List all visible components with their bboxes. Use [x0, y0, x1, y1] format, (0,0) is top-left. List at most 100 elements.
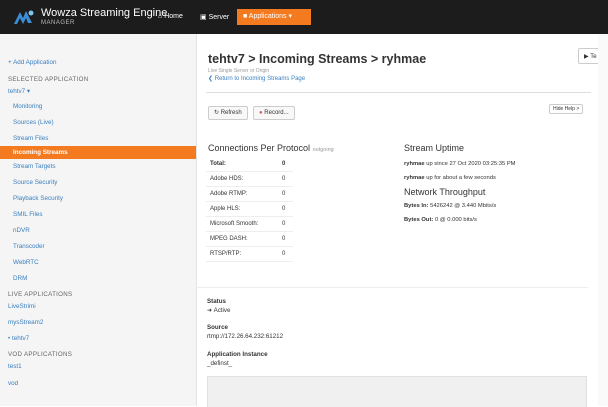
sidebar-item-incoming-streams[interactable]: Incoming Streams — [0, 146, 196, 159]
table-row: RTSP/RTP: 0 — [206, 247, 293, 262]
table-row: Microsoft Smooth: 0 — [206, 217, 293, 232]
protocol-name: Apple HLS: — [210, 206, 241, 212]
sidebar-item-playback-security[interactable]: Playback Security — [13, 195, 63, 202]
table-row: Adobe RTMP: 0 — [206, 187, 293, 202]
source-label: Source — [207, 324, 228, 331]
uptime-title: Stream Uptime — [404, 143, 465, 153]
bytes-in-label: Bytes In: — [404, 203, 429, 209]
divider — [197, 287, 588, 288]
source-value: rtmp://172.26.64.232:61212 — [207, 333, 284, 340]
stream-name: ryhmae — [404, 175, 425, 181]
sidebar-item-source-security[interactable]: Source Security — [13, 179, 57, 186]
connections-title: Connections Per Protocol outgoing — [208, 143, 334, 153]
uptime-since-text: up since 27 Oct 2020 03:25:35 PM — [426, 161, 516, 167]
application-instance-value: _definst_ — [207, 360, 233, 367]
home-icon: ⌂ — [158, 13, 163, 20]
selected-application-dropdown[interactable]: tehtv7 ▾ — [8, 88, 30, 95]
live-app-item[interactable]: LiveStrimi — [8, 303, 36, 310]
nav-applications-label: Applications — [248, 13, 287, 20]
live-applications-heading: LIVE APPLICATIONS — [8, 291, 73, 298]
status-value: ➜ Active — [207, 307, 230, 314]
sidebar-item-transcoder[interactable]: Transcoder — [13, 243, 45, 250]
brand-subtitle: MANAGER — [41, 20, 75, 26]
protocol-value: 0 — [282, 176, 286, 182]
record-icon: ● — [259, 110, 263, 116]
uptime-for: ryhmae up for about a few seconds — [404, 175, 496, 181]
return-link[interactable]: ❮ Return to Incoming Streams Page — [208, 75, 305, 82]
uptime-since: ryhmae up since 27 Oct 2020 03:25:35 PM — [404, 161, 516, 167]
nav-applications[interactable]: ■ Applications ▾ — [237, 9, 311, 25]
table-row: Total: 0 — [206, 157, 293, 172]
wowza-logo-icon — [14, 10, 34, 24]
page-title: tehtv7 > Incoming Streams > ryhmae — [208, 52, 427, 66]
record-button-label: Record... — [264, 110, 289, 116]
nav-home-label: Home — [164, 13, 183, 20]
protocol-name: RTSP/RTP: — [210, 251, 242, 257]
sidebar: + Add Application SELECTED APPLICATION t… — [0, 34, 197, 406]
brand[interactable]: Wowza Streaming Engine MANAGER — [41, 7, 167, 26]
protocol-value: 0 — [282, 191, 286, 197]
selected-application-name: tehtv7 — [8, 88, 26, 95]
live-app-item[interactable]: mysStream2 — [8, 319, 43, 326]
protocol-name: Adobe RTMP: — [210, 191, 248, 197]
sidebar-item-stream-targets[interactable]: Stream Targets — [13, 163, 56, 170]
main-content: tehtv7 > Incoming Streams > ryhmae Live … — [197, 34, 608, 407]
monitor-icon: ▣ — [200, 14, 207, 21]
protocol-name: MPEG DASH: — [210, 236, 248, 242]
refresh-button-label: Refresh — [220, 110, 242, 116]
protocol-value: 0 — [282, 251, 286, 257]
top-right-button-label: Te — [590, 54, 597, 60]
connections-title-muted: outgoing — [312, 147, 334, 153]
protocol-value: 0 — [282, 206, 286, 212]
hide-help-button[interactable]: Hide Help > — [549, 104, 584, 114]
protocol-value: 0 — [282, 161, 286, 167]
sidebar-item-drm[interactable]: DRM — [13, 275, 27, 282]
nav-server-label: Server — [208, 14, 230, 21]
page-subtitle: Live Single Server or Origin — [208, 68, 270, 74]
status-value-text: Active — [213, 307, 231, 314]
sidebar-item-smil-files[interactable]: SMIL Files — [13, 211, 43, 218]
vod-app-item[interactable]: vod — [8, 380, 18, 387]
sidebar-item-webrtc[interactable]: WebRTC — [13, 259, 39, 266]
folder-icon: ■ — [243, 13, 248, 20]
return-link-label: Return to Incoming Streams Page — [214, 76, 306, 82]
details-box — [207, 376, 587, 407]
live-app-item-current[interactable]: • tehtv7 — [8, 335, 29, 342]
table-row: Apple HLS: 0 — [206, 202, 293, 217]
vod-applications-heading: VOD APPLICATIONS — [8, 351, 73, 358]
uptime-for-text: up for about a few seconds — [426, 175, 496, 181]
refresh-button[interactable]: ↻ Refresh — [208, 106, 248, 120]
page-scrollbar[interactable] — [598, 34, 608, 406]
connections-title-text: Connections Per Protocol — [208, 143, 311, 153]
protocol-name: Microsoft Smooth: — [210, 221, 259, 227]
refresh-icon: ↻ — [214, 110, 220, 116]
throughput-title: Network Throughput — [404, 187, 486, 197]
stream-name: ryhmae — [404, 161, 425, 167]
protocol-name: Adobe HDS: — [210, 176, 244, 182]
sidebar-item-stream-files[interactable]: Stream Files — [13, 135, 48, 142]
bytes-out-label: Bytes Out: — [404, 217, 434, 223]
sidebar-item-monitoring[interactable]: Monitoring — [13, 103, 42, 110]
bytes-in-value: 5426242 @ 3.440 Mbits/s — [430, 203, 497, 209]
nav-server[interactable]: ▣ Server — [200, 13, 229, 21]
protocol-name: Total: — [210, 161, 226, 167]
bytes-out: Bytes Out: 0 @ 0.000 bits/s — [404, 217, 477, 223]
caret-down-icon: ▾ — [26, 88, 31, 95]
sidebar-item-sources-live[interactable]: Sources (Live) — [13, 119, 54, 126]
play-icon: ▶ — [584, 54, 589, 60]
top-navigation-bar: Wowza Streaming Engine MANAGER ⌂ Home ▣ … — [0, 0, 608, 34]
bytes-out-value: 0 @ 0.000 bits/s — [434, 217, 477, 223]
arrow-left-icon: ❮ — [208, 76, 214, 82]
selected-application-heading: SELECTED APPLICATION — [8, 76, 89, 83]
vod-app-item[interactable]: test1 — [8, 363, 22, 370]
bytes-in: Bytes In: 5426242 @ 3.440 Mbits/s — [404, 203, 496, 209]
table-row: MPEG DASH: 0 — [206, 232, 293, 247]
add-application-link[interactable]: + Add Application — [8, 59, 57, 66]
record-button[interactable]: ● Record... — [253, 106, 295, 120]
status-label: Status — [207, 298, 226, 305]
table-row: Adobe HDS: 0 — [206, 172, 293, 187]
protocol-value: 0 — [282, 221, 286, 227]
bullet-icon: • — [8, 335, 11, 342]
nav-home[interactable]: ⌂ Home — [158, 13, 183, 20]
sidebar-item-ndvr[interactable]: nDVR — [13, 227, 30, 234]
